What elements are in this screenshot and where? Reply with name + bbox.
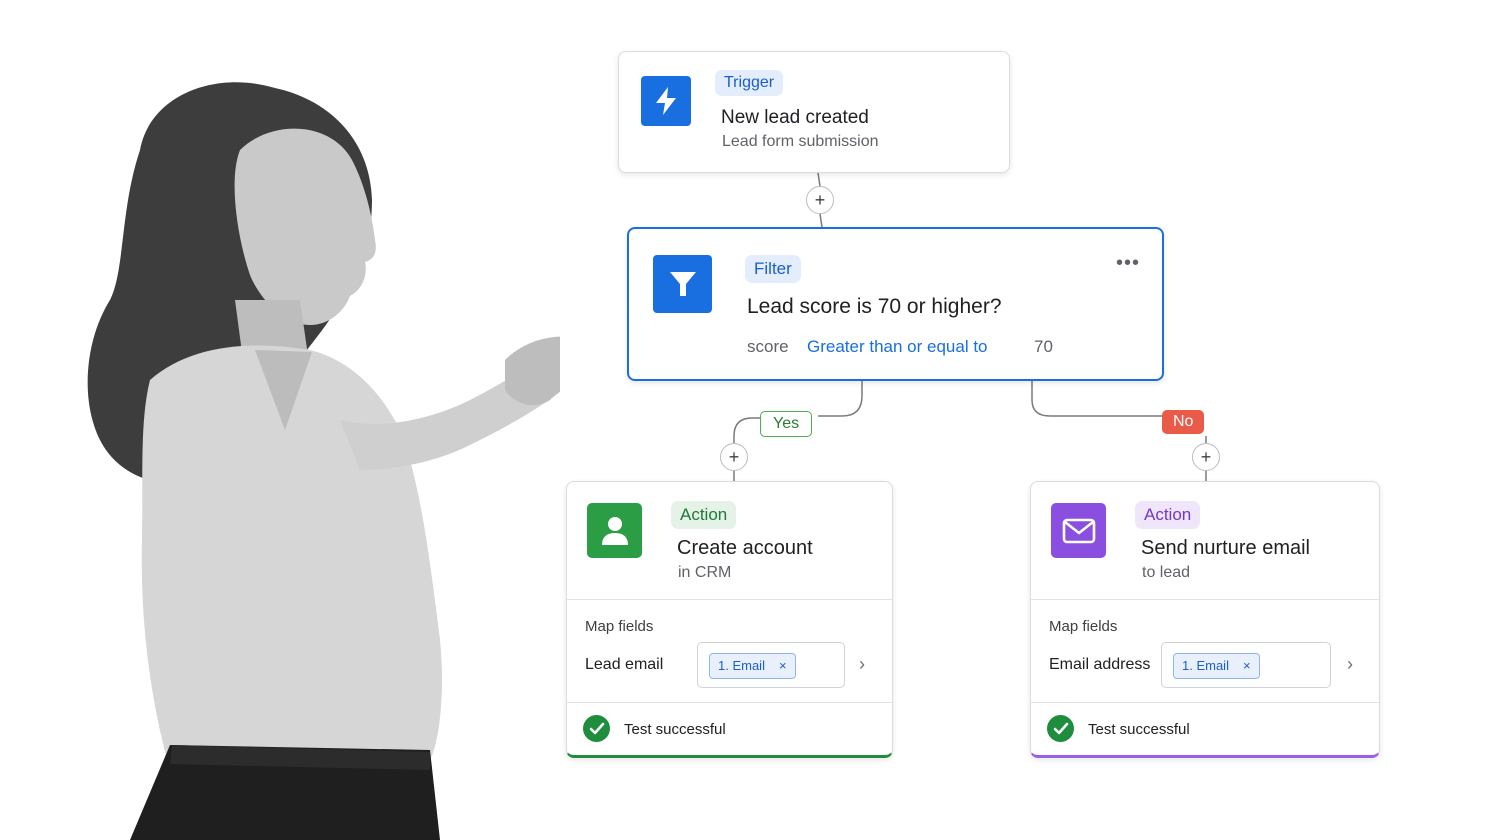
action-tag: Action: [1135, 501, 1201, 529]
filter-step-card[interactable]: Filter ••• Lead score is 70 or higher? s…: [627, 227, 1164, 381]
mapped-field-chip[interactable]: 1. Email ×: [1173, 653, 1260, 679]
add-step-no-button[interactable]: +: [1192, 443, 1220, 471]
remove-chip-icon[interactable]: ×: [779, 658, 787, 673]
action-subtitle: to lead: [1142, 564, 1191, 581]
chip-label: 1. Email: [718, 658, 765, 673]
email-address-field[interactable]: 1. Email ×: [1161, 642, 1331, 688]
mapped-field-chip[interactable]: 1. Email ×: [709, 653, 796, 679]
mail-icon: [1051, 503, 1106, 558]
no-branch-label: No: [1162, 410, 1205, 434]
condition-value: 70: [1034, 337, 1053, 356]
create-account-step-card[interactable]: Action Create account in CRM Map fields …: [566, 481, 893, 758]
condition-field: score: [747, 337, 789, 356]
send-email-step-card[interactable]: Action Send nurture email to lead Map fi…: [1030, 481, 1380, 758]
action-title: Send nurture email: [1141, 537, 1310, 559]
filter-icon: [653, 255, 712, 313]
divider: [1031, 599, 1379, 600]
add-step-yes-button[interactable]: +: [720, 443, 748, 471]
field-label: Lead email: [585, 656, 664, 673]
divider: [567, 599, 892, 600]
chevron-right-icon[interactable]: ›: [1347, 654, 1353, 675]
chip-label: 1. Email: [1182, 658, 1229, 673]
check-circle-icon: [583, 715, 610, 742]
divider: [1031, 702, 1379, 703]
trigger-title: New lead created: [721, 107, 869, 128]
map-fields-label: Map fields: [1049, 618, 1118, 635]
remove-chip-icon[interactable]: ×: [1243, 658, 1251, 673]
check-circle-icon: [1047, 715, 1074, 742]
field-label: Email address: [1049, 656, 1151, 673]
person-icon: [587, 503, 642, 558]
yes-branch-label: Yes: [760, 411, 813, 437]
test-status: Test successful: [1088, 721, 1190, 738]
trigger-subtitle: Lead form submission: [722, 133, 879, 150]
test-status: Test successful: [624, 721, 726, 738]
add-step-button[interactable]: +: [806, 186, 834, 214]
action-subtitle: in CRM: [678, 564, 732, 581]
filter-title: Lead score is 70 or higher?: [747, 295, 1002, 318]
action-title: Create account: [677, 537, 813, 559]
more-options-icon[interactable]: •••: [1116, 253, 1140, 273]
map-fields-label: Map fields: [585, 618, 654, 635]
divider: [567, 702, 892, 703]
action-tag: Action: [671, 501, 737, 529]
person-photo: [87, 82, 560, 840]
lead-email-field[interactable]: 1. Email ×: [697, 642, 845, 688]
bolt-icon: [641, 76, 691, 126]
filter-tag: Filter: [745, 255, 801, 283]
trigger-step-card[interactable]: Trigger New lead created Lead form submi…: [618, 51, 1010, 173]
chevron-right-icon[interactable]: ›: [859, 654, 865, 675]
condition-operator[interactable]: Greater than or equal to: [807, 337, 988, 357]
trigger-tag: Trigger: [715, 70, 784, 96]
